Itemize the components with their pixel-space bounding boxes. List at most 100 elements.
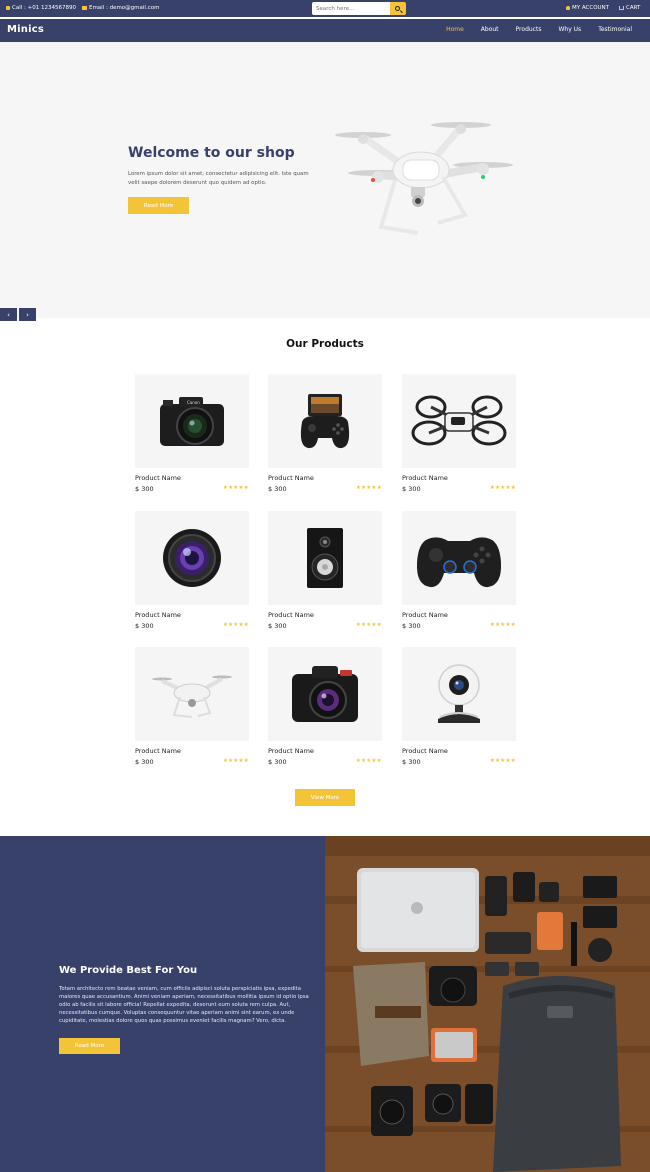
call-text: Call : +01 1234567890: [12, 5, 76, 11]
product-rating: ★★★★★: [489, 485, 516, 491]
product-image[interactable]: [402, 647, 516, 741]
product-price: $ 300: [402, 485, 421, 493]
nav-menu: Home About Products Why Us Testimonial: [446, 26, 632, 33]
mini-drone-icon: [411, 395, 507, 446]
top-bar: Call : +01 1234567890 Email : demo@gmail…: [0, 0, 650, 17]
product-rating: ★★★★★: [355, 485, 382, 491]
contact-info: Call : +01 1234567890 Email : demo@gmail…: [6, 5, 159, 11]
nav-item-why-us[interactable]: Why Us: [558, 26, 581, 33]
product-image[interactable]: [402, 374, 516, 468]
email-text: Email : demo@gmail.com: [88, 5, 160, 11]
product-meta: $ 300 ★★★★★: [268, 485, 382, 493]
product-rating: ★★★★★: [222, 485, 249, 491]
product-name: Product Name: [135, 474, 181, 482]
product-rating: ★★★★★: [222, 622, 249, 628]
hero-banner: Welcome to our shop Lorem ipsum dolor si…: [0, 42, 650, 321]
product-card[interactable]: Product Name $ 300 ★★★★★: [402, 374, 516, 493]
product-rating: ★★★★★: [355, 758, 382, 764]
product-image[interactable]: [268, 374, 382, 468]
product-meta: $ 300 ★★★★★: [268, 622, 382, 630]
product-price: $ 300: [268, 485, 287, 493]
product-card[interactable]: Product Name $ 300 ★★★★★: [135, 647, 249, 766]
dslr-camera-icon: Canon: [160, 397, 224, 446]
hero-title: Welcome to our shop: [128, 145, 295, 161]
product-meta: $ 300 ★★★★★: [135, 758, 249, 766]
product-meta: $ 300 ★★★★★: [135, 485, 249, 493]
product-card[interactable]: Product Name $ 300 ★★★★★: [402, 647, 516, 766]
webcam-icon: [438, 664, 480, 723]
product-meta: $ 300 ★★★★★: [402, 485, 516, 493]
product-name: Product Name: [268, 611, 314, 619]
phone-icon: [6, 6, 10, 10]
product-image[interactable]: [402, 511, 516, 605]
product-image[interactable]: [268, 511, 382, 605]
product-rating: ★★★★★: [489, 758, 516, 764]
nav-item-about[interactable]: About: [481, 26, 499, 33]
product-rating: ★★★★★: [355, 622, 382, 628]
product-card[interactable]: Product Name $ 300 ★★★★★: [268, 511, 382, 630]
call-info: Call : +01 1234567890: [6, 5, 76, 11]
product-card[interactable]: Product Name $ 300 ★★★★★: [268, 647, 382, 766]
site-logo[interactable]: Minics: [7, 24, 44, 35]
cart-label: CART: [626, 5, 641, 11]
product-meta: $ 300 ★★★★★: [402, 622, 516, 630]
slider-next-button[interactable]: ›: [19, 308, 36, 321]
phone-game-controller-icon: [300, 394, 350, 449]
nav-item-products[interactable]: Products: [516, 26, 542, 33]
product-image[interactable]: Canon: [135, 374, 249, 468]
product-meta: $ 300 ★★★★★: [135, 622, 249, 630]
search-button[interactable]: [390, 2, 406, 15]
cart-link[interactable]: CART: [619, 5, 640, 11]
products-title: Our Products: [286, 338, 364, 350]
gamepad-icon: [416, 537, 502, 588]
product-rating: ★★★★★: [222, 758, 249, 764]
product-price: $ 300: [268, 622, 287, 630]
user-icon: [566, 6, 570, 10]
product-image[interactable]: [135, 647, 249, 741]
product-name: Product Name: [402, 747, 448, 755]
hero-text: Lorem ipsum dolor sit amet, consectetur …: [128, 171, 309, 186]
gear-flatlay-image: [325, 836, 650, 1172]
view-more-button[interactable]: View More: [295, 789, 355, 806]
speaker-icon: [307, 528, 343, 588]
search-bar: [312, 2, 406, 15]
product-rating: ★★★★★: [489, 622, 516, 628]
svg-text:Canon: Canon: [187, 400, 200, 405]
nav-item-home[interactable]: Home: [446, 26, 464, 33]
product-name: Product Name: [402, 474, 448, 482]
product-price: $ 300: [135, 758, 154, 766]
flatlay-photo: [325, 836, 650, 1172]
cart-icon: [619, 6, 624, 10]
about-text: Totam architecto rem beatae veniam, cum …: [59, 986, 309, 1024]
product-card[interactable]: Product Name $ 300 ★★★★★: [268, 374, 382, 493]
product-image[interactable]: [135, 511, 249, 605]
about-read-more-button[interactable]: Read More: [59, 1038, 120, 1054]
slider-prev-button[interactable]: ‹: [0, 308, 17, 321]
product-price: $ 300: [402, 622, 421, 630]
product-name: Product Name: [268, 747, 314, 755]
product-card[interactable]: Product Name $ 300 ★★★★★: [402, 511, 516, 630]
about-section: We Provide Best For You Totam architecto…: [0, 836, 325, 1172]
product-meta: $ 300 ★★★★★: [402, 758, 516, 766]
search-icon: [395, 5, 400, 11]
product-meta: $ 300 ★★★★★: [268, 758, 382, 766]
product-price: $ 300: [135, 485, 154, 493]
product-image[interactable]: [268, 647, 382, 741]
search-input[interactable]: [312, 2, 390, 15]
product-name: Product Name: [268, 474, 314, 482]
hero-read-more-button[interactable]: Read More: [128, 197, 189, 214]
camera-icon: [292, 666, 358, 722]
mail-icon: [81, 6, 87, 10]
product-card[interactable]: Canon Product Name $ 300 ★★★★★: [135, 374, 249, 493]
drone-icon: [152, 675, 232, 718]
my-account-label: MY ACCOUNT: [572, 5, 610, 11]
product-card[interactable]: Product Name $ 300 ★★★★★: [135, 511, 249, 630]
product-name: Product Name: [135, 747, 181, 755]
drone-image: [335, 122, 513, 235]
my-account-link[interactable]: MY ACCOUNT: [566, 5, 609, 11]
product-name: Product Name: [402, 611, 448, 619]
hero-slider-controls: ‹ ›: [0, 308, 36, 321]
about-title: We Provide Best For You: [59, 965, 198, 976]
nav-item-testimonial[interactable]: Testimonial: [598, 26, 632, 33]
email-info: Email : demo@gmail.com: [81, 5, 160, 11]
